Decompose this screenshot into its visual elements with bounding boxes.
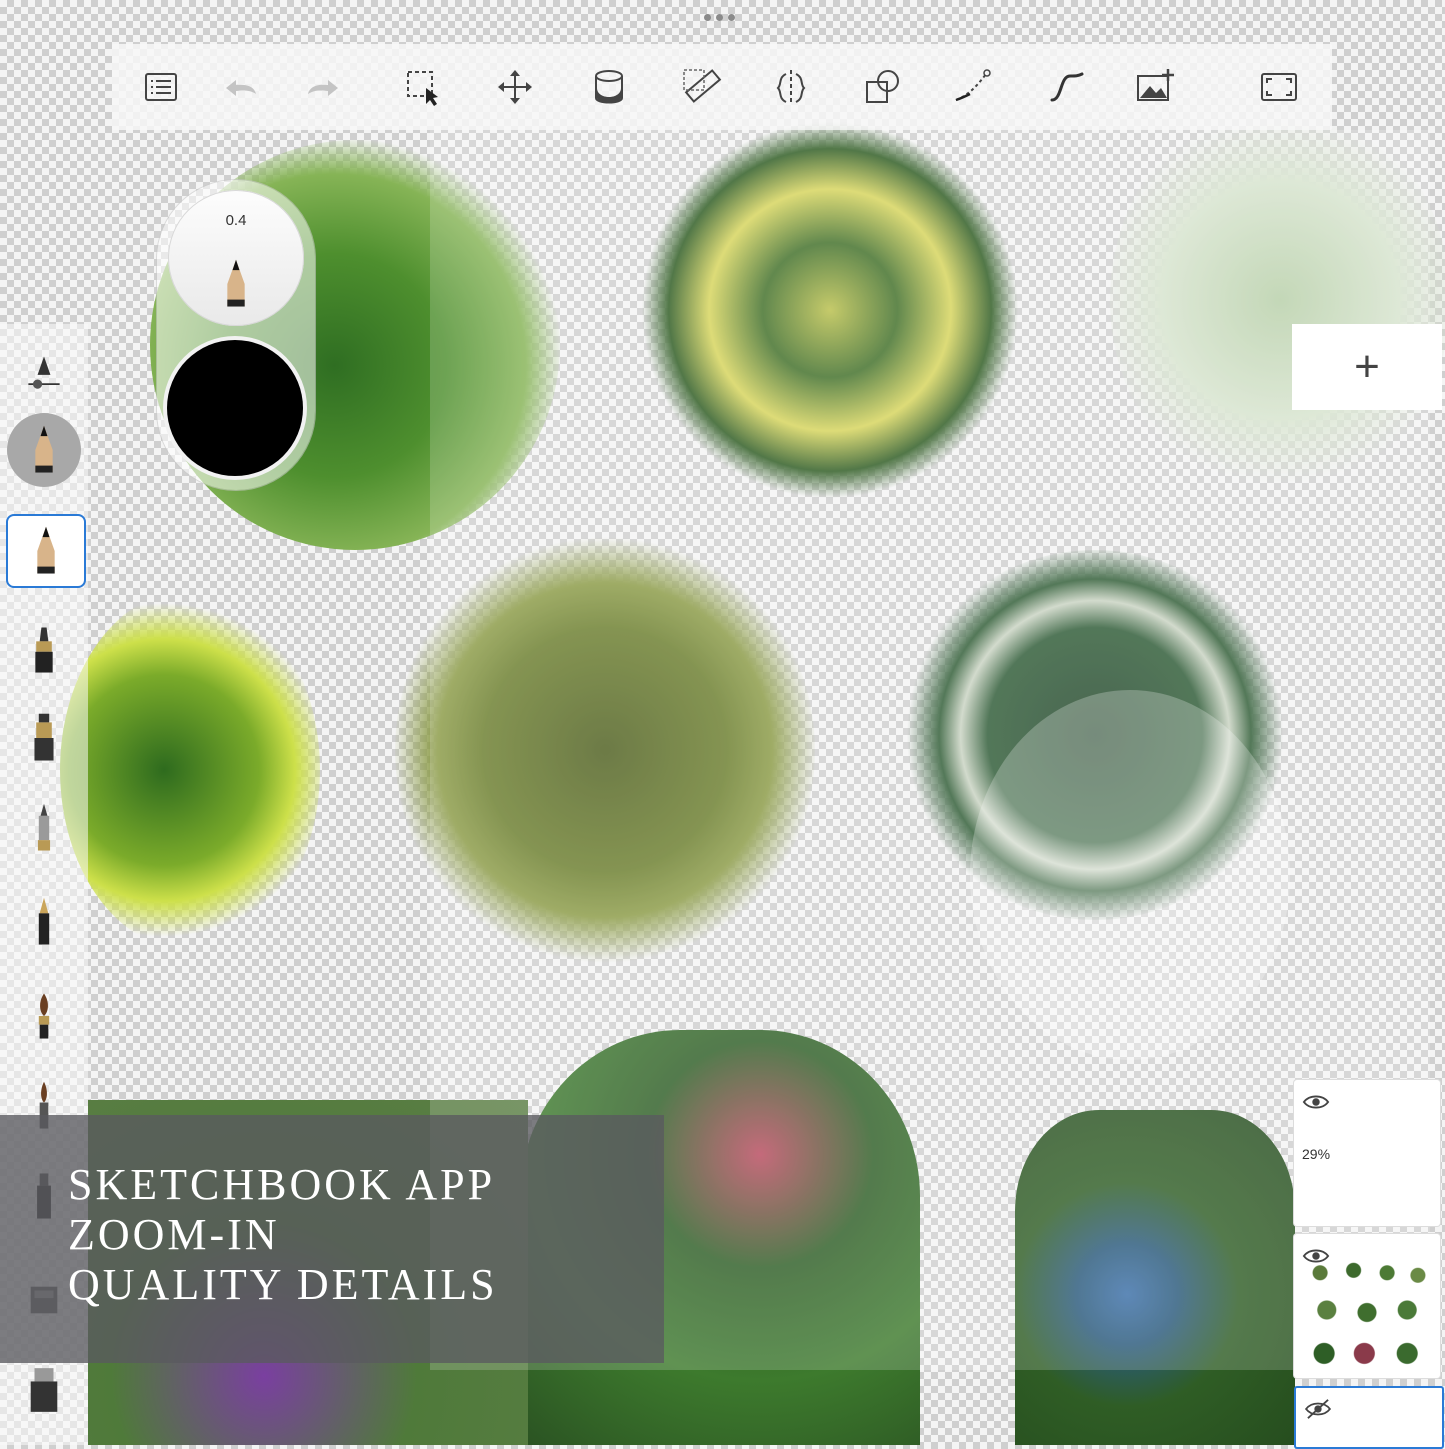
move-icon[interactable] <box>490 62 540 112</box>
layer-3[interactable] <box>1294 1386 1444 1449</box>
top-toolbar <box>112 44 1332 130</box>
pencil-brush-active-icon[interactable] <box>6 413 82 487</box>
layer-opacity: 29% <box>1302 1146 1331 1162</box>
color-swatch[interactable] <box>167 340 303 476</box>
brush-puck[interactable]: 0.4 <box>157 180 315 490</box>
caption-line-2: ZOOM-IN <box>68 1210 280 1259</box>
marker-brush-icon[interactable] <box>6 614 82 686</box>
pencil-brush-icon[interactable] <box>6 514 86 588</box>
airbrush-icon[interactable] <box>6 702 82 774</box>
layer-thumbnail <box>1300 1248 1434 1372</box>
ink-pen-brush-icon[interactable] <box>6 886 82 958</box>
plant-dracaena <box>60 590 320 950</box>
add-image-icon[interactable] <box>1130 62 1180 112</box>
curve-icon[interactable] <box>948 62 998 112</box>
stroke-icon[interactable] <box>1042 62 1092 112</box>
selection-icon[interactable] <box>398 62 448 112</box>
promo-caption: SKETCHBOOK APP ZOOM-IN QUALITY DETAILS <box>0 1115 664 1363</box>
brush-size-control[interactable]: 0.4 <box>168 190 304 326</box>
eye-icon[interactable] <box>1302 1092 1330 1112</box>
brush-settings-icon[interactable] <box>6 338 82 410</box>
drag-handle[interactable] <box>704 14 735 21</box>
fill-icon[interactable] <box>584 62 634 112</box>
redo-icon[interactable] <box>298 62 348 112</box>
layer-1[interactable]: 29% <box>1294 1080 1440 1226</box>
list-icon[interactable] <box>136 62 186 112</box>
caption-line-1: SKETCHBOOK APP <box>68 1160 496 1209</box>
caption-line-3: QUALITY DETAILS <box>68 1260 498 1309</box>
add-layer-button[interactable]: + <box>1292 324 1442 410</box>
brush-size-value: 0.4 <box>225 212 247 229</box>
eye-hidden-icon[interactable] <box>1304 1398 1332 1420</box>
layer-2[interactable] <box>1294 1234 1440 1378</box>
ruler-icon[interactable] <box>678 62 728 112</box>
paintbrush-icon[interactable] <box>6 980 82 1052</box>
fullscreen-icon[interactable] <box>1254 62 1304 112</box>
symmetry-icon[interactable] <box>766 62 816 112</box>
transparent-overlay <box>970 690 1290 1060</box>
pencil-icon <box>227 259 245 307</box>
shapes-icon[interactable] <box>858 62 908 112</box>
pen-brush-icon[interactable] <box>6 792 82 864</box>
eye-icon[interactable] <box>1302 1246 1330 1266</box>
blender-brush-icon[interactable] <box>6 1354 82 1426</box>
undo-icon[interactable] <box>216 62 266 112</box>
